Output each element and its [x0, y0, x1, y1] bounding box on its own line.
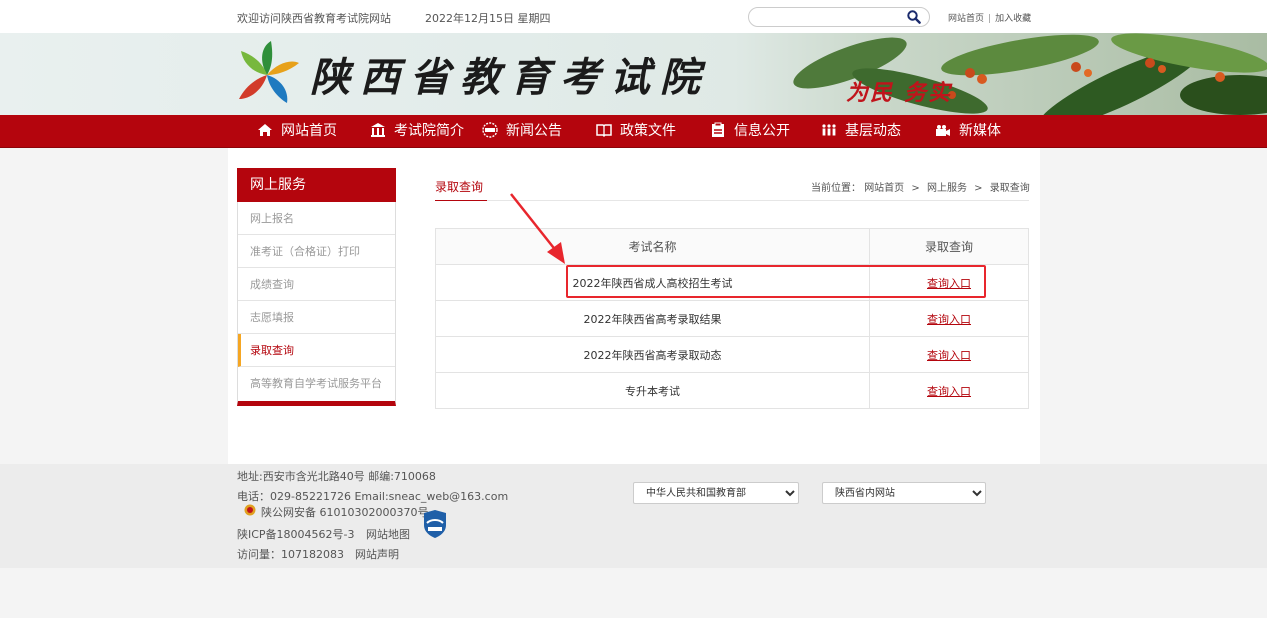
search-box[interactable]	[748, 7, 930, 27]
sidebar-item-score-query[interactable]: 成绩查询	[238, 268, 395, 301]
table-header-row: 考试名称 录取查询	[435, 228, 1029, 265]
home-icon	[258, 124, 272, 136]
breadcrumb-current: 录取查询	[989, 183, 1030, 194]
exam-name-cell: 2022年陕西省高考录取动态	[435, 336, 870, 373]
query-entry-link[interactable]: 查询入口	[927, 385, 971, 398]
breadcrumb-section[interactable]: 网上服务	[927, 183, 967, 194]
query-entry-link[interactable]: 查询入口	[927, 277, 971, 290]
query-cell: 查询入口	[869, 336, 1029, 373]
query-cell: 查询入口	[869, 372, 1029, 409]
nav-item-news[interactable]: 新闻公告	[482, 115, 562, 148]
breadcrumb-separator: >	[911, 183, 920, 194]
gov-site-badge-icon[interactable]	[422, 509, 448, 539]
slogan: 为民 务实	[846, 75, 952, 107]
slogan-part-1: 为民	[846, 80, 895, 106]
ministry-links-select[interactable]: 中华人民共和国教育部	[633, 482, 799, 504]
police-badge-icon	[244, 504, 256, 516]
footer-visits: 访问量：107182083	[237, 548, 344, 561]
query-cell: 查询入口	[869, 264, 1029, 301]
site-title: 陕西省教育考试院	[310, 54, 710, 101]
people-icon	[822, 124, 836, 136]
title-divider	[435, 200, 1029, 201]
nav-item-label: 网站首页	[281, 123, 337, 139]
main-nav: 网站首页 考试院简介 新闻公告 政策文件 信息公开 基层动态 新媒体	[0, 115, 1267, 148]
footer-address: 地址:西安市含光北路40号 邮编:710068	[237, 470, 436, 483]
institute-logo-icon	[239, 41, 299, 103]
slogan-part-2: 务实	[904, 80, 953, 106]
nav-item-label: 基层动态	[845, 123, 901, 139]
sidebar-item-application[interactable]: 志愿填报	[238, 301, 395, 334]
breadcrumb: 当前位置： 网站首页 > 网上服务 > 录取查询	[811, 179, 1030, 194]
add-favorite-link[interactable]: 加入收藏	[995, 14, 1031, 24]
query-cell: 查询入口	[869, 300, 1029, 337]
header-banner: 陕西省教育考试院 为民 务实	[0, 33, 1267, 115]
clipboard-icon	[712, 122, 724, 137]
top-bar: 欢迎访问陕西省教育考试院网站 2022年12月15日 星期四 网站首页 | 加入收藏	[0, 0, 1267, 33]
breadcrumb-home[interactable]: 网站首页	[864, 183, 904, 194]
sidebar-item-admission-query[interactable]: 录取查询	[238, 334, 395, 367]
exam-name-cell: 专升本考试	[435, 372, 870, 409]
nav-item-media[interactable]: 新媒体	[935, 115, 1001, 148]
building-icon	[371, 123, 385, 137]
query-entry-link[interactable]: 查询入口	[927, 313, 971, 326]
province-links-select[interactable]: 陕西省内网站	[822, 482, 986, 504]
home-link[interactable]: 网站首页	[948, 14, 984, 24]
table-row: 专升本考试 查询入口	[435, 372, 1029, 409]
sidebar-heading: 网上服务	[237, 168, 396, 202]
table-row: 2022年陕西省高考录取结果 查询入口	[435, 300, 1029, 337]
footer: 地址:西安市含光北路40号 邮编:710068 电话：029-85221726 …	[0, 464, 1267, 568]
footer-statement-link[interactable]: 网站声明	[355, 546, 399, 562]
breadcrumb-separator: >	[974, 183, 983, 194]
nav-item-label: 新闻公告	[506, 123, 562, 139]
footer-icp[interactable]: 陕ICP备18004562号-3	[237, 526, 355, 542]
search-input[interactable]	[759, 10, 899, 24]
sidebar: 网上服务 网上报名 准考证（合格证）打印 成绩查询 志愿填报 录取查询 高等教育…	[237, 168, 396, 406]
nav-item-label: 政策文件	[620, 123, 676, 139]
query-entry-link[interactable]: 查询入口	[927, 349, 971, 362]
table-row: 2022年陕西省高考录取动态 查询入口	[435, 336, 1029, 373]
sidebar-item-self-study-platform[interactable]: 高等教育自学考试服务平台	[238, 367, 395, 400]
column-header-exam-name: 考试名称	[435, 228, 870, 265]
footer-sitemap-link[interactable]: 网站地图	[366, 526, 410, 542]
nav-item-label: 考试院简介	[394, 123, 464, 139]
nav-item-disclosure[interactable]: 信息公开	[710, 115, 790, 148]
sidebar-item-online-registration[interactable]: 网上报名	[238, 202, 395, 235]
title-divider-accent	[435, 200, 487, 201]
footer-police-record[interactable]: 陕公网安备 61010302000370号	[261, 504, 428, 520]
table-row: 2022年陕西省成人高校招生考试 查询入口	[435, 264, 1029, 301]
nav-item-home[interactable]: 网站首页	[257, 115, 337, 148]
nav-item-local[interactable]: 基层动态	[821, 115, 901, 148]
nav-item-about[interactable]: 考试院简介	[370, 115, 464, 148]
footer-contact: 电话：029-85221726 Email:sneac_web@163.com	[237, 490, 509, 503]
book-icon	[596, 124, 612, 138]
search-icon[interactable]	[907, 10, 921, 24]
exam-name-cell: 2022年陕西省成人高校招生考试	[435, 264, 870, 301]
exam-name-cell: 2022年陕西省高考录取结果	[435, 300, 870, 337]
column-header-admission-query: 录取查询	[869, 228, 1029, 265]
link-separator: |	[988, 14, 992, 24]
sidebar-item-admission-ticket[interactable]: 准考证（合格证）打印	[238, 235, 395, 268]
breadcrumb-prefix: 当前位置：	[811, 183, 861, 194]
date-text: 2022年12月15日 星期四	[425, 12, 551, 25]
camera-icon	[936, 125, 950, 136]
exam-table: 考试名称 录取查询 2022年陕西省成人高校招生考试 查询入口 2022年陕西省…	[435, 228, 1029, 409]
page-bottom-area	[0, 568, 1267, 618]
banner-leaves-image	[793, 33, 1267, 115]
welcome-text: 欢迎访问陕西省教育考试院网站	[237, 12, 391, 25]
nav-item-policy[interactable]: 政策文件	[596, 115, 676, 148]
top-links: 网站首页 | 加入收藏	[948, 11, 1031, 24]
news-icon	[482, 122, 498, 138]
nav-item-label: 信息公开	[734, 123, 790, 139]
nav-item-label: 新媒体	[959, 123, 1001, 139]
page-title: 录取查询	[435, 180, 484, 194]
